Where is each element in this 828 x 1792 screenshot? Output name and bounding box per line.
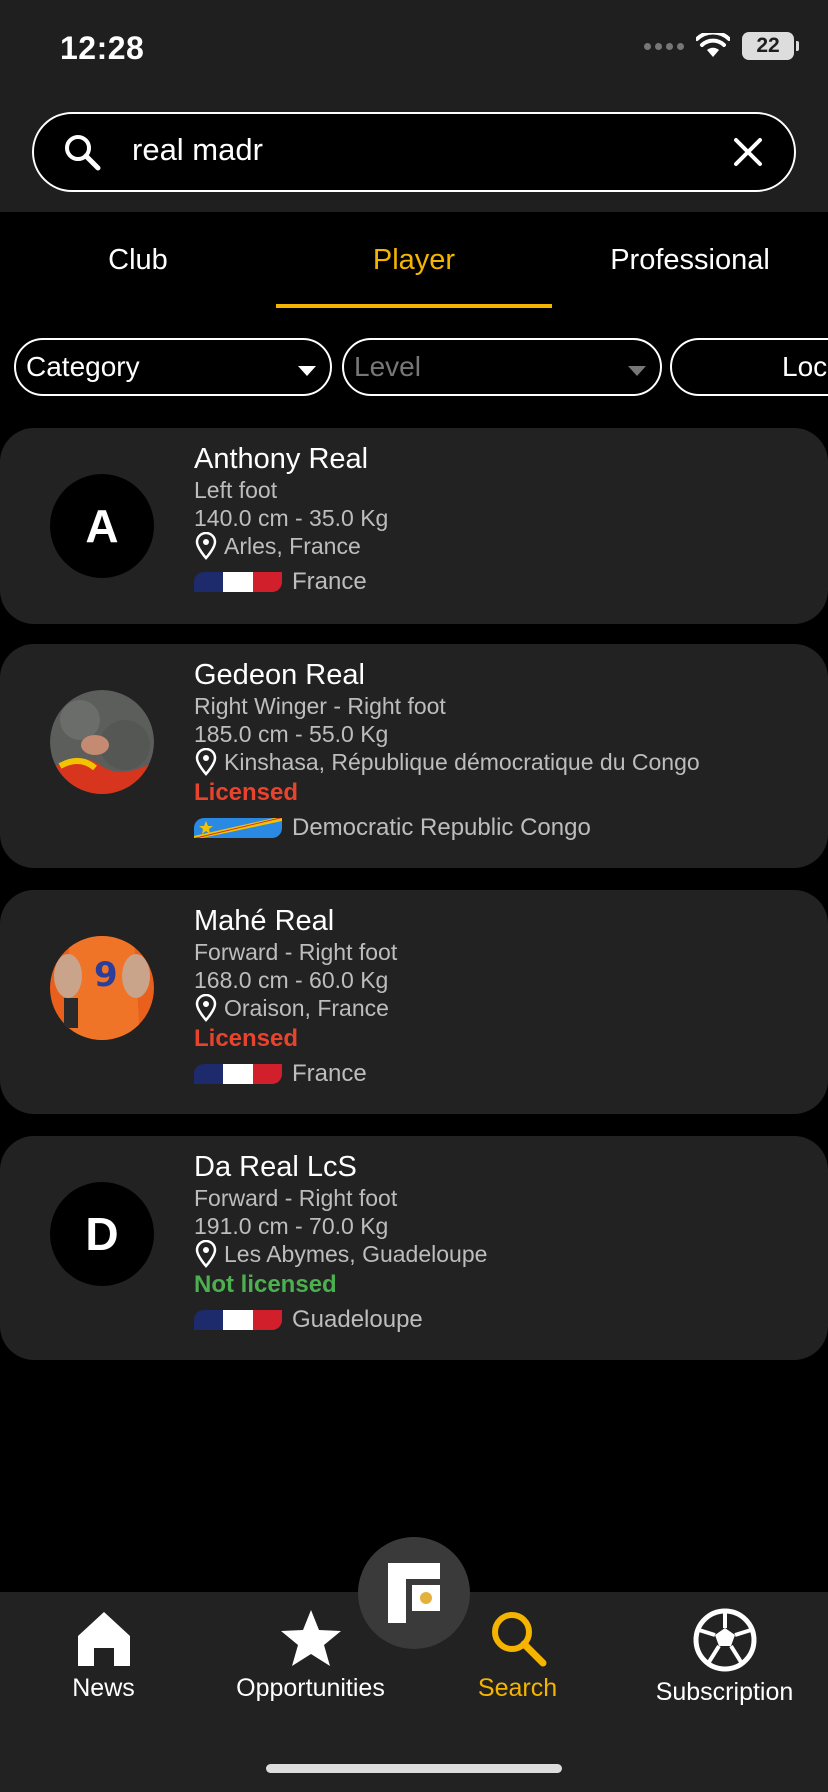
search-icon — [65, 135, 101, 171]
drc-flag-icon — [194, 818, 282, 838]
tab-professional[interactable]: Professional — [552, 212, 828, 308]
location-text: Kinshasa, République démocratique du Con… — [224, 749, 700, 775]
player-position: Forward - Right foot — [194, 939, 398, 965]
svg-text:9: 9 — [94, 955, 118, 995]
france-flag-icon — [194, 1310, 282, 1330]
chevron-down-icon — [628, 366, 646, 376]
tab-player[interactable]: Player — [276, 212, 552, 308]
nav-label: News — [72, 1674, 135, 1702]
tab-club[interactable]: Club — [0, 212, 276, 308]
filter-bar: Category Level Loca — [0, 336, 828, 398]
country-name: Democratic Republic Congo — [292, 814, 591, 841]
country-name: France — [292, 1060, 367, 1087]
avatar: 9 — [50, 936, 154, 1040]
category-filter[interactable]: Category — [14, 338, 332, 396]
player-photo-icon — [50, 690, 154, 794]
active-tab-indicator — [276, 304, 552, 308]
player-name: Da Real LcS — [194, 1151, 357, 1183]
status-time: 12:28 — [60, 30, 145, 66]
location-pin-icon — [195, 532, 217, 560]
player-name: Gedeon Real — [194, 659, 365, 691]
player-card[interactable]: Gedeon Real Right Winger - Right foot 18… — [0, 644, 828, 868]
app-logo-icon — [388, 1563, 440, 1623]
country-name: France — [292, 568, 367, 595]
nav-item-subscription[interactable]: Subscription — [621, 1608, 828, 1707]
player-measures: 191.0 cm - 70.0 Kg — [194, 1213, 389, 1239]
player-country: France — [194, 564, 388, 600]
player-name: Anthony Real — [194, 443, 369, 475]
chevron-down-icon — [298, 366, 316, 376]
avatar: A — [50, 474, 154, 578]
license-status: Licensed — [194, 1025, 299, 1052]
level-filter-label: Level — [354, 351, 421, 382]
search-value[interactable]: real madr — [132, 132, 263, 168]
battery-icon: 22 — [742, 32, 799, 60]
top-bar: 12:28 22 real madr — [0, 0, 828, 212]
player-position: Forward - Right foot — [194, 1185, 398, 1211]
star-icon — [280, 1610, 341, 1666]
player-card[interactable]: D Da Real LcS Forward - Right foot 191.0… — [0, 1136, 828, 1360]
player-location: Arles, France — [194, 532, 388, 560]
player-country: France — [194, 1056, 397, 1092]
license-status: Not licensed — [194, 1271, 337, 1298]
home-icon — [77, 1612, 130, 1666]
location-filter-label: Loca — [782, 351, 828, 382]
player-measures: 185.0 cm - 55.0 Kg — [194, 721, 389, 747]
level-filter[interactable]: Level — [342, 338, 662, 396]
location-pin-icon — [195, 748, 217, 776]
search-icon — [491, 1612, 546, 1667]
player-position: Right Winger - Right foot — [194, 693, 446, 719]
location-pin-icon — [195, 994, 217, 1022]
location-filter[interactable]: Loca — [670, 338, 828, 396]
player-country: Democratic Republic Congo — [194, 810, 700, 846]
player-country: Guadeloupe — [194, 1302, 487, 1338]
player-photo-icon: 9 — [50, 936, 154, 1040]
app-logo-button[interactable] — [358, 1537, 470, 1649]
player-location: Oraison, France — [194, 994, 397, 1022]
country-name: Guadeloupe — [292, 1306, 423, 1333]
france-flag-icon — [194, 1064, 282, 1084]
soccer-ball-icon — [693, 1608, 756, 1672]
player-location: Les Abymes, Guadeloupe — [194, 1240, 487, 1268]
player-card[interactable]: 9 Mahé Real Forward - Right foot 168.0 c… — [0, 890, 828, 1114]
player-measures: 140.0 cm - 35.0 Kg — [194, 505, 389, 531]
avatar — [50, 690, 154, 794]
close-icon[interactable] — [730, 134, 766, 170]
nav-label: Opportunities — [236, 1674, 385, 1702]
location-text: Les Abymes, Guadeloupe — [224, 1241, 488, 1267]
player-card[interactable]: A Anthony Real Left foot 140.0 cm - 35.0… — [0, 428, 828, 624]
location-text: Arles, France — [224, 533, 361, 559]
cellular-signal-icon — [644, 42, 684, 50]
search-tabs: Club Player Professional — [0, 212, 828, 308]
category-filter-label: Category — [26, 351, 140, 382]
status-icons: 22 — [644, 32, 799, 60]
location-text: Oraison, France — [224, 995, 389, 1021]
france-flag-icon — [194, 572, 282, 592]
nav-item-news[interactable]: News — [0, 1608, 207, 1703]
nav-label: Search — [477, 1674, 558, 1702]
player-location: Kinshasa, République démocratique du Con… — [194, 748, 700, 776]
player-measures: 168.0 cm - 60.0 Kg — [194, 967, 389, 993]
license-status: Licensed — [194, 779, 299, 806]
home-indicator — [266, 1764, 562, 1773]
nav-label: Subscription — [655, 1678, 794, 1706]
player-position: Left foot — [194, 477, 278, 503]
search-input[interactable]: real madr — [32, 112, 796, 192]
player-name: Mahé Real — [194, 905, 335, 937]
location-pin-icon — [195, 1240, 217, 1268]
avatar: D — [50, 1182, 154, 1286]
wifi-icon — [696, 33, 730, 57]
